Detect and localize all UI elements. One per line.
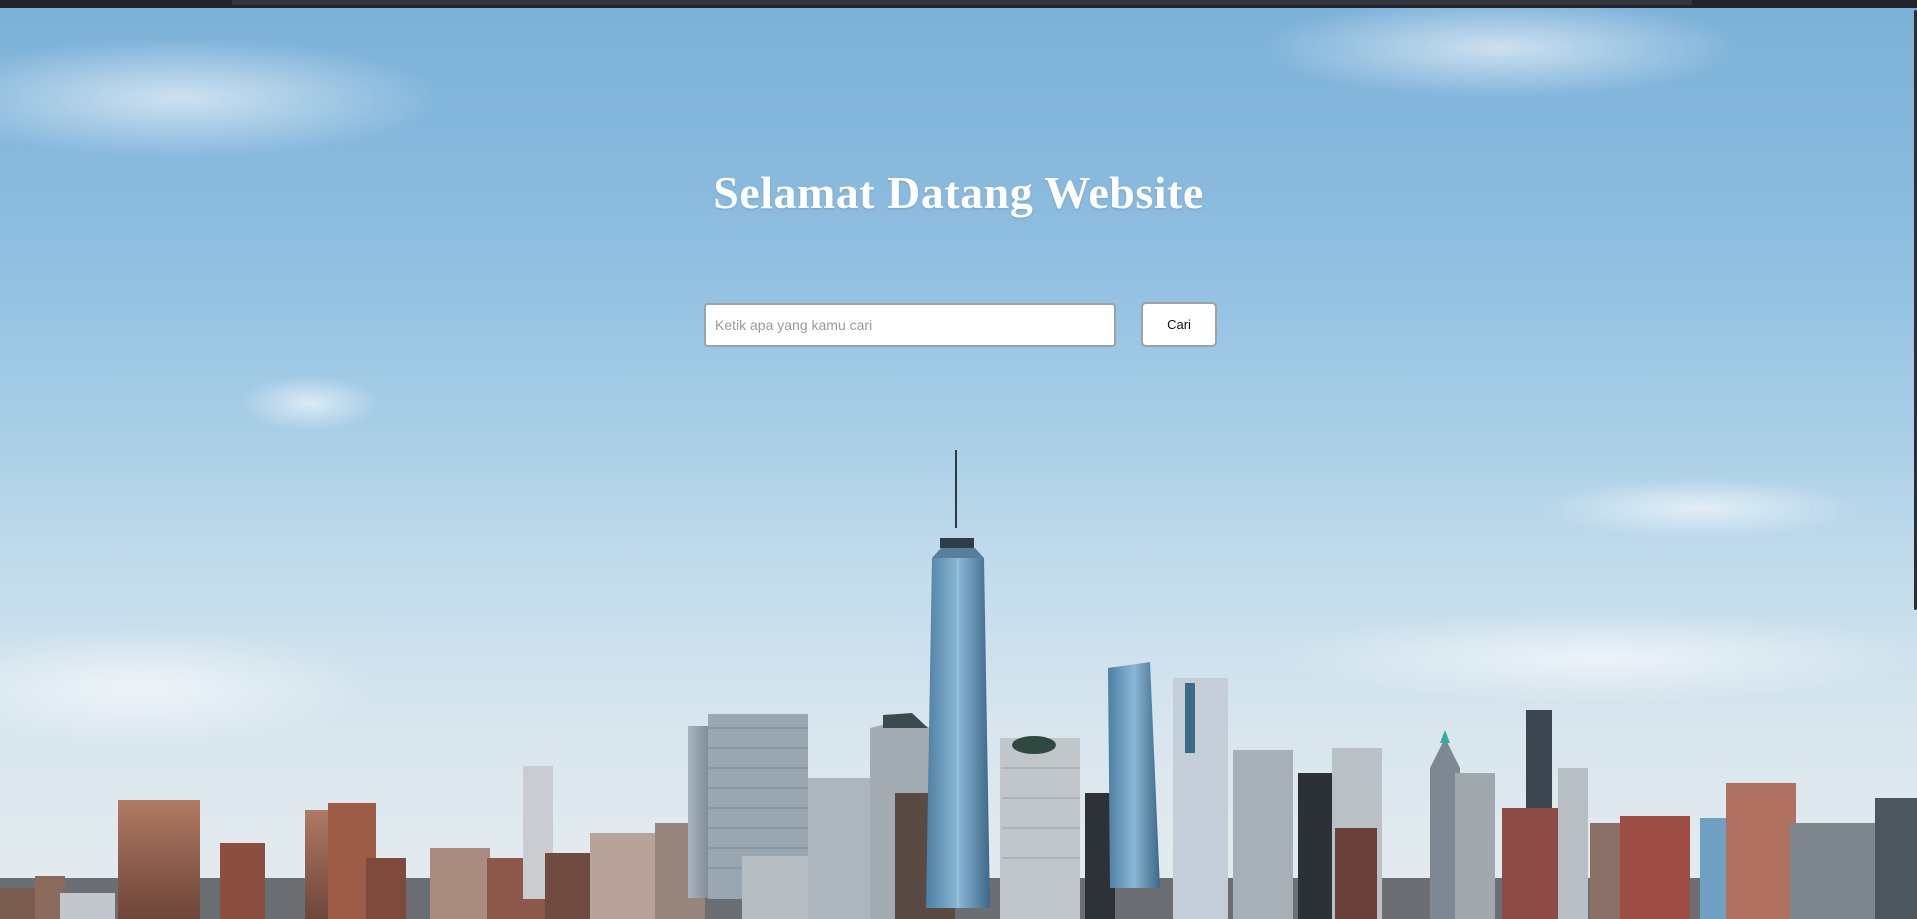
browser-tab-strip — [232, 0, 1692, 5]
city-skyline-background — [0, 8, 1917, 919]
hero-section: Selamat Datang Website — [0, 8, 1917, 919]
search-input[interactable] — [704, 303, 1116, 347]
page-title: Selamat Datang Website — [713, 167, 1204, 218]
search-button[interactable]: Cari — [1141, 302, 1217, 347]
